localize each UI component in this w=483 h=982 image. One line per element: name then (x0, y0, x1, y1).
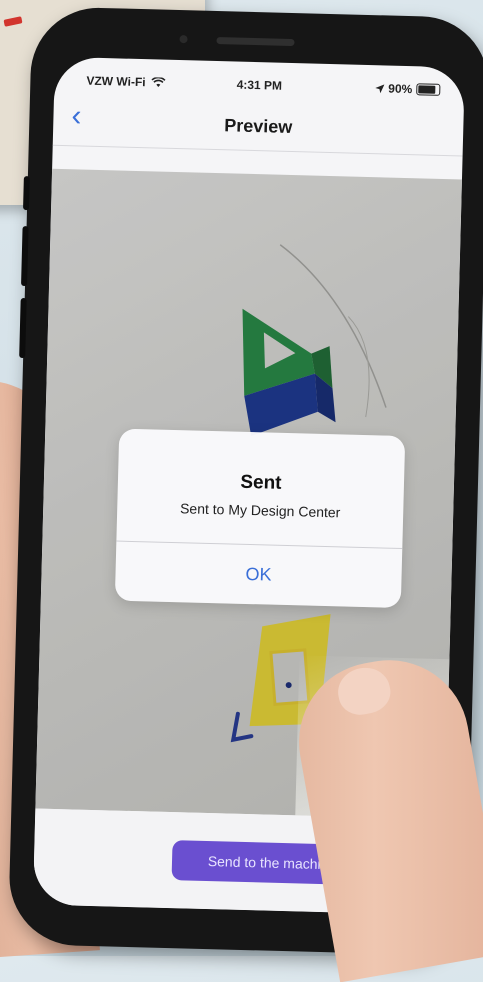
battery-percent: 90% (388, 81, 413, 97)
front-camera (179, 35, 188, 44)
side-button-volume-up (21, 225, 29, 287)
ok-button[interactable]: OK (115, 541, 402, 608)
sent-alert: Sent Sent to My Design Center OK (114, 428, 406, 609)
battery-icon (416, 83, 441, 96)
speaker-grille (216, 37, 295, 47)
alert-message: Sent to My Design Center (179, 500, 341, 521)
battery-status: 90% (375, 81, 441, 97)
red-mark (3, 16, 23, 27)
navigation-bar: ‹ Preview (52, 94, 464, 157)
side-button-mute (23, 176, 30, 211)
alert-title: Sent (240, 471, 282, 494)
page-title: Preview (224, 115, 293, 138)
side-button-volume-down (19, 297, 27, 359)
location-arrow-icon (375, 83, 385, 93)
